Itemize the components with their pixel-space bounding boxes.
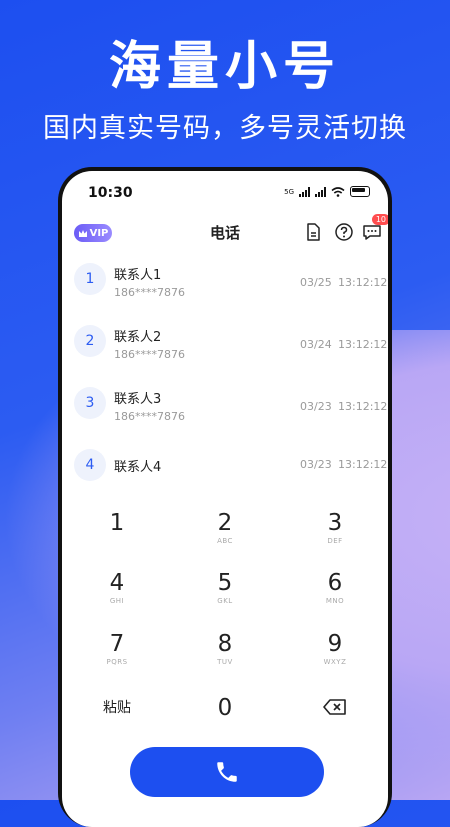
key-digit: 9 [327, 631, 343, 657]
call-time: 13:12:12 [338, 276, 388, 289]
contact-number-badge: 1 [74, 263, 106, 295]
key-digit: 2 [217, 510, 233, 536]
call-date: 03/23 [300, 400, 332, 413]
key-6[interactable]: 6 MNO [280, 569, 388, 621]
key-9[interactable]: 9 WXYZ [280, 630, 388, 682]
contact-number-badge: 4 [74, 449, 106, 481]
call-row[interactable]: 1 联系人1 186****7876 03/25 13:12:12 [62, 255, 388, 315]
signal-icon-2 [315, 186, 326, 197]
messages-button[interactable]: 10 [362, 214, 388, 242]
call-date: 03/24 [300, 338, 332, 351]
key-7[interactable]: 7 PQRS [62, 630, 172, 682]
key-0[interactable]: 0 [170, 694, 280, 746]
call-date: 03/25 [300, 276, 332, 289]
network-label: 5G [284, 187, 294, 196]
call-row[interactable]: 3 联系人3 186****7876 03/23 13:12:12 [62, 379, 388, 439]
call-button[interactable] [130, 747, 324, 797]
help-icon[interactable] [334, 222, 354, 242]
wifi-icon [331, 186, 345, 197]
key-digit: 5 [217, 570, 233, 596]
phone-frame: 10:30 5G VIP 电话 10 1 联系人1 186****7876 03… [58, 167, 392, 827]
call-time: 13:12:12 [338, 338, 388, 351]
key-2[interactable]: 2 ABC [170, 509, 280, 561]
call-time: 13:12:12 [338, 458, 388, 471]
sim-card-icon[interactable] [303, 222, 323, 242]
key-digit: 8 [217, 631, 233, 657]
key-8[interactable]: 8 TUV [170, 630, 280, 682]
contact-number-badge: 3 [74, 387, 106, 419]
paste-button[interactable]: 粘贴 [62, 694, 172, 746]
phone-icon [217, 762, 237, 782]
key-3[interactable]: 3 DEF [280, 509, 388, 561]
contact-name: 联系人2 [114, 330, 162, 345]
call-row[interactable]: 4 联系人4 03/23 13:12:12 [62, 441, 388, 501]
status-icons: 5G [284, 186, 370, 197]
backspace-button[interactable] [280, 694, 388, 746]
key-letters: DEF [327, 537, 343, 545]
key-digit: 4 [109, 570, 125, 596]
contact-phone: 186****7876 [114, 286, 185, 299]
key-digit: 1 [109, 510, 125, 536]
key-digit: 3 [327, 510, 343, 536]
key-letters: WXYZ [323, 658, 347, 666]
contact-number-badge: 2 [74, 325, 106, 357]
promo-subline: 国内真实号码，多号灵活切换 [43, 113, 407, 144]
call-row[interactable]: 2 联系人2 186****7876 03/24 13:12:12 [62, 317, 388, 377]
key-letters: MNO [325, 597, 345, 605]
key-letters: ABC [217, 537, 233, 545]
contact-phone: 186****7876 [114, 348, 185, 361]
signal-icon [299, 186, 310, 197]
key-digit: 7 [109, 631, 125, 657]
key-4[interactable]: 4 GHI [62, 569, 172, 621]
key-letters: GHI [109, 597, 125, 605]
promo-headline: 海量小号 [108, 37, 341, 97]
call-time: 13:12:12 [338, 400, 388, 413]
battery-icon [350, 186, 370, 197]
contact-name: 联系人3 [114, 392, 162, 407]
messages-badge: 10 [371, 214, 388, 225]
status-bar: 10:30 5G [62, 171, 388, 211]
backspace-icon [323, 699, 346, 715]
call-date: 03/23 [300, 458, 332, 471]
key-digit: 0 [217, 695, 233, 721]
status-time: 10:30 [88, 185, 133, 201]
contact-name: 联系人4 [114, 460, 162, 475]
contact-name: 联系人1 [114, 268, 162, 283]
phone-screen: 10:30 5G VIP 电话 10 1 联系人1 186****7876 03… [62, 171, 388, 827]
key-letters: PQRS [106, 658, 128, 666]
key-5[interactable]: 5 GKL [170, 569, 280, 621]
contact-phone: 186****7876 [114, 410, 185, 423]
paste-label: 粘贴 [103, 700, 131, 716]
app-bar: VIP 电话 10 [62, 214, 388, 252]
key-1[interactable]: 1 [62, 509, 172, 561]
message-icon [363, 225, 381, 240]
key-letters: GKL [217, 597, 233, 605]
key-digit: 6 [327, 570, 343, 596]
key-letters: TUV [217, 658, 233, 666]
